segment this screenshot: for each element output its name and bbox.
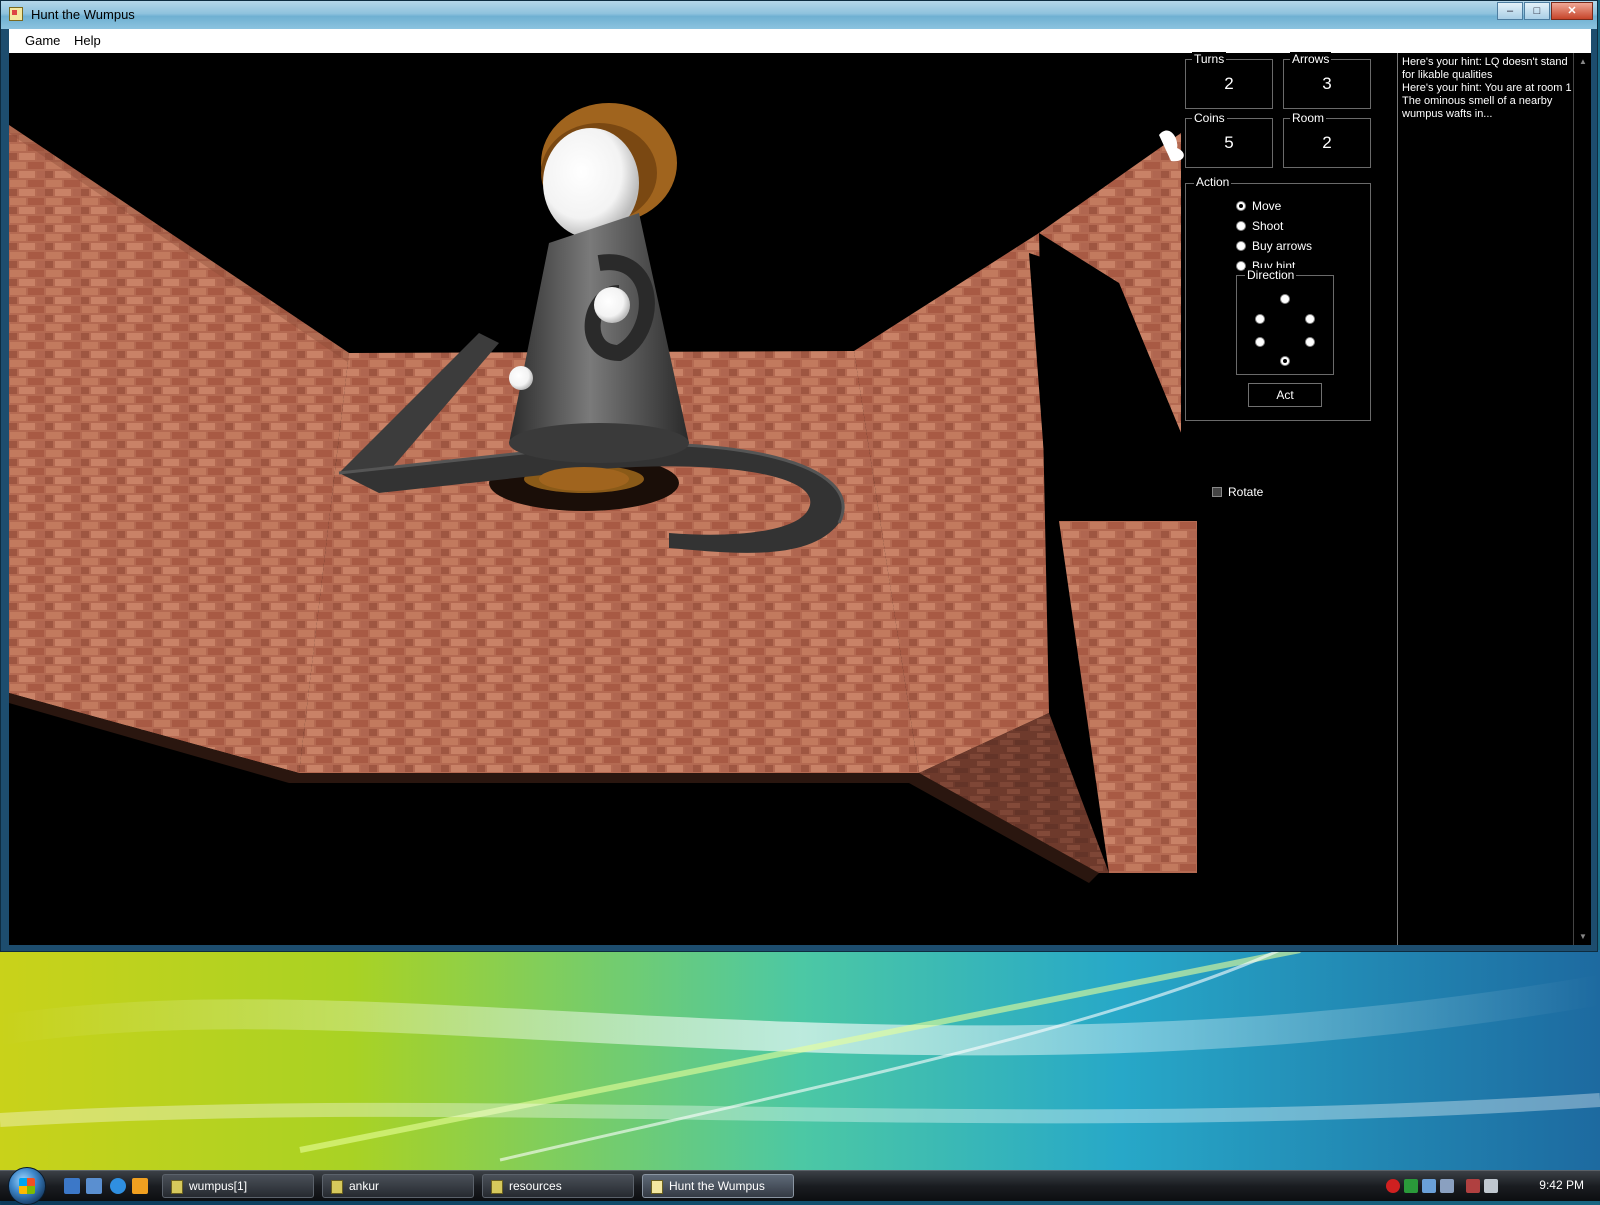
app-icon[interactable]	[9, 7, 23, 21]
rotate-checkbox-row[interactable]: Rotate	[1212, 485, 1263, 499]
menu-game[interactable]: Game	[25, 33, 60, 48]
taskbar-button-label: ankur	[349, 1179, 380, 1193]
coins-label: Coins	[1192, 111, 1227, 125]
switch-windows-icon[interactable]	[86, 1178, 102, 1194]
act-button[interactable]: Act	[1248, 383, 1322, 407]
action-group: Action Move Shoot Buy arrows Buy hint Di…	[1185, 175, 1371, 421]
taskbar-button-ankur[interactable]: ankur	[322, 1174, 474, 1198]
game-3d-viewport[interactable]	[9, 53, 1197, 945]
room-box: Room 2	[1283, 111, 1371, 168]
start-button[interactable]	[8, 1167, 46, 1205]
arrows-box: Arrows 3	[1283, 52, 1371, 109]
radio-buy-arrows[interactable]: Buy arrows	[1236, 239, 1312, 253]
direction-radio-3[interactable]	[1305, 314, 1315, 324]
app-window: Hunt the Wumpus – □ ✕ Game Help Turns 2 …	[0, 0, 1598, 952]
turns-label: Turns	[1192, 52, 1227, 66]
wumpus-figure	[509, 103, 689, 491]
taskbar-button-resources[interactable]: resources	[482, 1174, 634, 1198]
control-panel: Turns 2 Arrows 3 Coins 5 Room 2 Action M…	[1185, 52, 1397, 945]
window-title: Hunt the Wumpus	[31, 7, 135, 22]
volume-icon[interactable]	[1484, 1179, 1498, 1193]
menu-help[interactable]: Help	[74, 33, 101, 48]
folder-icon	[331, 1180, 343, 1194]
action-label: Action	[1194, 175, 1232, 189]
hint-line: The ominous smell of a nearby wumpus waf…	[1402, 95, 1553, 120]
direction-radio-4[interactable]	[1255, 337, 1265, 347]
radio-move-label[interactable]: Move	[1252, 199, 1281, 213]
show-desktop-icon[interactable]	[64, 1178, 80, 1194]
minimize-button[interactable]: –	[1497, 2, 1523, 20]
radio-shoot-label[interactable]: Shoot	[1252, 219, 1283, 233]
room-value: 2	[1322, 133, 1332, 152]
room-scene	[9, 103, 1197, 883]
close-button[interactable]: ✕	[1551, 2, 1593, 20]
taskbar-button-label: resources	[509, 1179, 562, 1193]
scroll-down-icon[interactable]: ▼	[1579, 932, 1587, 941]
scroll-up-icon[interactable]: ▲	[1579, 57, 1587, 66]
turns-box: Turns 2	[1185, 52, 1273, 109]
app-icon	[651, 1180, 663, 1194]
radio-move[interactable]: Move	[1236, 199, 1281, 213]
hint-line: Here's your hint: LQ doesn't stand for l…	[1402, 56, 1568, 81]
coins-box: Coins 5	[1185, 111, 1273, 168]
hint-line: Here's your hint: You are at room 1	[1402, 82, 1572, 94]
desktop-wallpaper	[0, 950, 1600, 1175]
taskbar-button-wumpus[interactable]: wumpus[1]	[162, 1174, 314, 1198]
folder-icon	[171, 1180, 183, 1194]
rotate-checkbox[interactable]	[1212, 487, 1222, 497]
radio-move-indicator[interactable]	[1236, 201, 1246, 211]
internet-explorer-icon[interactable]	[110, 1178, 126, 1194]
hint-scrollbar[interactable]: ▲ ▼	[1573, 53, 1591, 945]
hint-text: Here's your hint: LQ doesn't stand for l…	[1402, 56, 1574, 121]
arrows-label: Arrows	[1290, 52, 1332, 66]
room-label: Room	[1290, 111, 1327, 125]
media-player-icon[interactable]	[132, 1178, 148, 1194]
direction-radio-2[interactable]	[1255, 314, 1265, 324]
network-icon[interactable]	[1466, 1179, 1480, 1193]
security-alert-icon[interactable]	[1386, 1179, 1400, 1193]
radio-buy-arrows-label[interactable]: Buy arrows	[1252, 239, 1312, 253]
clock[interactable]: 9:42 PM	[1539, 1178, 1584, 1192]
direction-radio-1[interactable]	[1280, 294, 1290, 304]
radio-buy-arrows-indicator[interactable]	[1236, 241, 1246, 251]
rotate-label[interactable]: Rotate	[1228, 485, 1263, 499]
radio-shoot-indicator[interactable]	[1236, 221, 1246, 231]
taskbar: wumpus[1] ankur resources Hunt the Wumpu…	[0, 1167, 1600, 1205]
system-tray: 9:42 PM	[1380, 1171, 1600, 1201]
menu-bar: Game Help	[9, 29, 1591, 54]
turns-value: 2	[1224, 74, 1234, 93]
window-controls: – □ ✕	[1496, 2, 1593, 20]
direction-label: Direction	[1245, 268, 1297, 282]
radio-shoot[interactable]: Shoot	[1236, 219, 1283, 233]
arrows-value: 3	[1322, 74, 1332, 93]
direction-radio-6[interactable]	[1280, 356, 1290, 366]
maximize-button[interactable]: □	[1524, 2, 1550, 20]
folder-icon	[491, 1180, 503, 1194]
title-bar[interactable]: Hunt the Wumpus – □ ✕	[1, 1, 1597, 29]
client-area: Turns 2 Arrows 3 Coins 5 Room 2 Action M…	[9, 52, 1591, 945]
direction-radio-5[interactable]	[1305, 337, 1315, 347]
taskbar-button-label: wumpus[1]	[189, 1179, 248, 1193]
direction-group: Direction	[1236, 268, 1334, 375]
taskbar-button-label: Hunt the Wumpus	[669, 1179, 765, 1193]
coins-value: 5	[1224, 133, 1234, 152]
sync-icon[interactable]	[1440, 1179, 1454, 1193]
left-wall	[9, 125, 349, 773]
shield-icon[interactable]	[1404, 1179, 1418, 1193]
app-tray-icon[interactable]	[1422, 1179, 1436, 1193]
taskbar-button-hunt-the-wumpus[interactable]: Hunt the Wumpus	[642, 1174, 794, 1198]
hint-textbox[interactable]: Here's your hint: LQ doesn't stand for l…	[1397, 53, 1591, 945]
